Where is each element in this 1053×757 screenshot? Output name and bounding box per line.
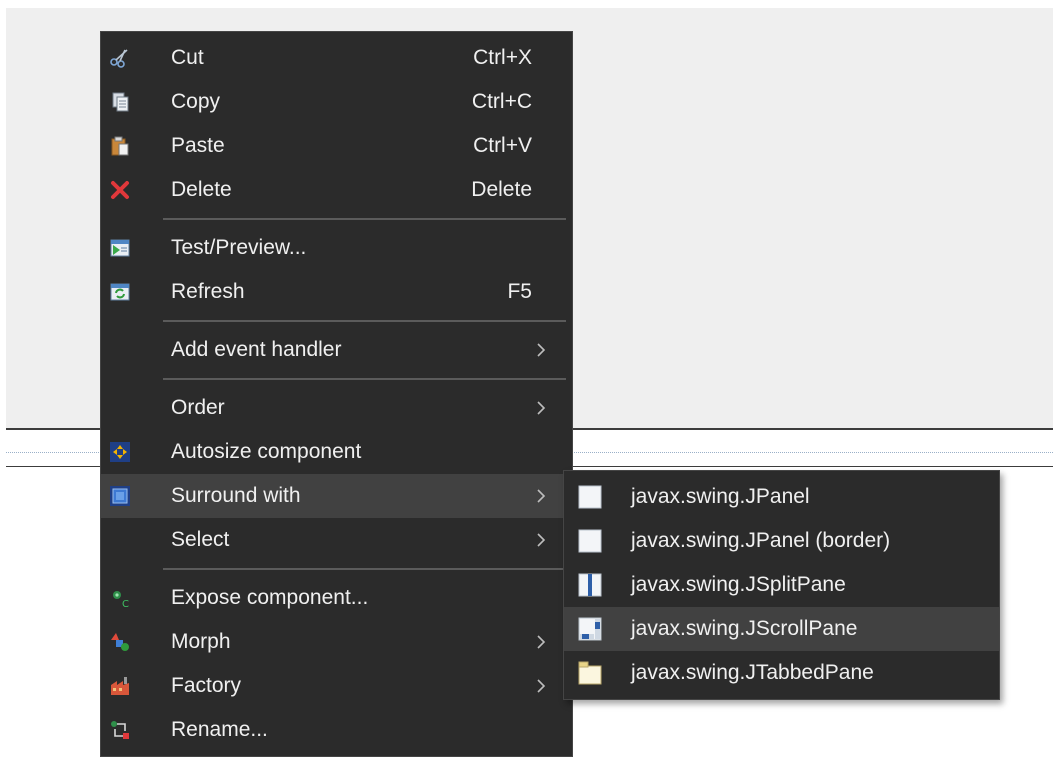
menu-item-shortcut: Ctrl+V [473, 134, 532, 157]
rename-icon [111, 721, 129, 739]
chevron-right-icon [537, 679, 546, 693]
submenu-item-jpanel[interactable]: javax.swing.JPanel [564, 475, 999, 519]
copy-icon [112, 92, 129, 112]
menu-item-paste[interactable]: Paste Ctrl+V [101, 124, 572, 168]
menu-item-test-preview[interactable]: Test/Preview... [101, 226, 572, 270]
menu-item-label: Morph [171, 630, 231, 653]
menu-item-label: Order [171, 396, 225, 419]
menu-item-label: Paste [171, 134, 225, 157]
menu-item-surround-with[interactable]: Surround with [101, 474, 572, 518]
menu-item-expose-component[interactable]: C Expose component... [101, 576, 572, 620]
menu-item-copy[interactable]: Copy Ctrl+C [101, 80, 572, 124]
menu-item-label: Surround with [171, 484, 301, 507]
paste-icon [111, 136, 129, 156]
factory-icon [111, 677, 129, 695]
jpanel-border-icon [578, 529, 602, 553]
menu-item-rename[interactable]: Rename... [101, 708, 572, 752]
menu-item-add-event-handler[interactable]: Add event handler [101, 328, 572, 372]
menu-item-label: Factory [171, 674, 242, 697]
menu-item-label: Add event handler [171, 338, 342, 361]
menu-item-delete[interactable]: Delete Delete [101, 168, 572, 212]
surround-with-submenu: javax.swing.JPanel javax.swing.JPanel (b… [563, 470, 1000, 700]
menu-separator [163, 218, 566, 220]
jtabbedpane-icon [578, 661, 602, 685]
surround-icon [110, 486, 130, 506]
delete-icon [111, 181, 129, 199]
submenu-item-label: javax.swing.JPanel (border) [631, 529, 891, 552]
scissors-icon [110, 49, 128, 68]
submenu-item-label: javax.swing.JSplitPane [631, 573, 846, 596]
submenu-item-label: javax.swing.JPanel [631, 485, 810, 508]
menu-item-select[interactable]: Select [101, 518, 572, 562]
menu-item-morph[interactable]: Morph [101, 620, 572, 664]
menu-item-label: Test/Preview... [171, 236, 307, 259]
refresh-icon [110, 283, 130, 301]
menu-item-refresh[interactable]: Refresh F5 [101, 270, 572, 314]
submenu-item-label: javax.swing.JScrollPane [631, 617, 858, 640]
menu-item-label: Rename... [171, 718, 268, 741]
menu-item-factory[interactable]: Factory [101, 664, 572, 708]
preview-icon [110, 239, 130, 257]
menu-item-label: Expose component... [171, 586, 369, 609]
jscrollpane-icon [578, 617, 602, 641]
jsplitpane-icon [578, 573, 602, 597]
chevron-right-icon [537, 401, 546, 415]
menu-separator [163, 378, 566, 380]
menu-item-label: Refresh [171, 280, 245, 303]
submenu-item-jtabbedpane[interactable]: javax.swing.JTabbedPane [564, 651, 999, 695]
menu-separator [163, 568, 566, 570]
morph-icon [111, 633, 129, 651]
submenu-item-label: javax.swing.JTabbedPane [631, 661, 874, 684]
svg-text:C: C [122, 599, 129, 609]
menu-item-cut[interactable]: Cut Ctrl+X [101, 36, 572, 80]
screen: Cut Ctrl+X Copy Ctrl+C Paste Ctrl+V Dele… [0, 0, 1053, 757]
menu-item-label: Delete [171, 178, 232, 201]
jpanel-icon [578, 485, 602, 509]
menu-item-order[interactable]: Order [101, 386, 572, 430]
menu-item-label: Select [171, 528, 230, 551]
chevron-right-icon [537, 533, 546, 547]
menu-item-shortcut: Ctrl+C [471, 90, 532, 113]
context-menu: Cut Ctrl+X Copy Ctrl+C Paste Ctrl+V Dele… [100, 31, 573, 757]
menu-item-label: Autosize component [171, 440, 362, 463]
submenu-item-jscrollpane[interactable]: javax.swing.JScrollPane [564, 607, 999, 651]
expose-icon: C [113, 591, 129, 609]
submenu-item-jsplitpane[interactable]: javax.swing.JSplitPane [564, 563, 999, 607]
menu-item-shortcut: Delete [471, 178, 532, 201]
menu-separator [163, 320, 566, 322]
menu-item-autosize-component[interactable]: Autosize component [101, 430, 572, 474]
menu-item-label: Cut [171, 46, 204, 69]
chevron-right-icon [537, 343, 546, 357]
submenu-item-jpanel-border[interactable]: javax.swing.JPanel (border) [564, 519, 999, 563]
chevron-right-icon [537, 489, 546, 503]
autosize-icon [110, 442, 130, 462]
chevron-right-icon [537, 635, 546, 649]
menu-item-shortcut: Ctrl+X [473, 46, 532, 69]
menu-item-shortcut: F5 [507, 280, 532, 303]
menu-item-label: Copy [171, 90, 221, 113]
